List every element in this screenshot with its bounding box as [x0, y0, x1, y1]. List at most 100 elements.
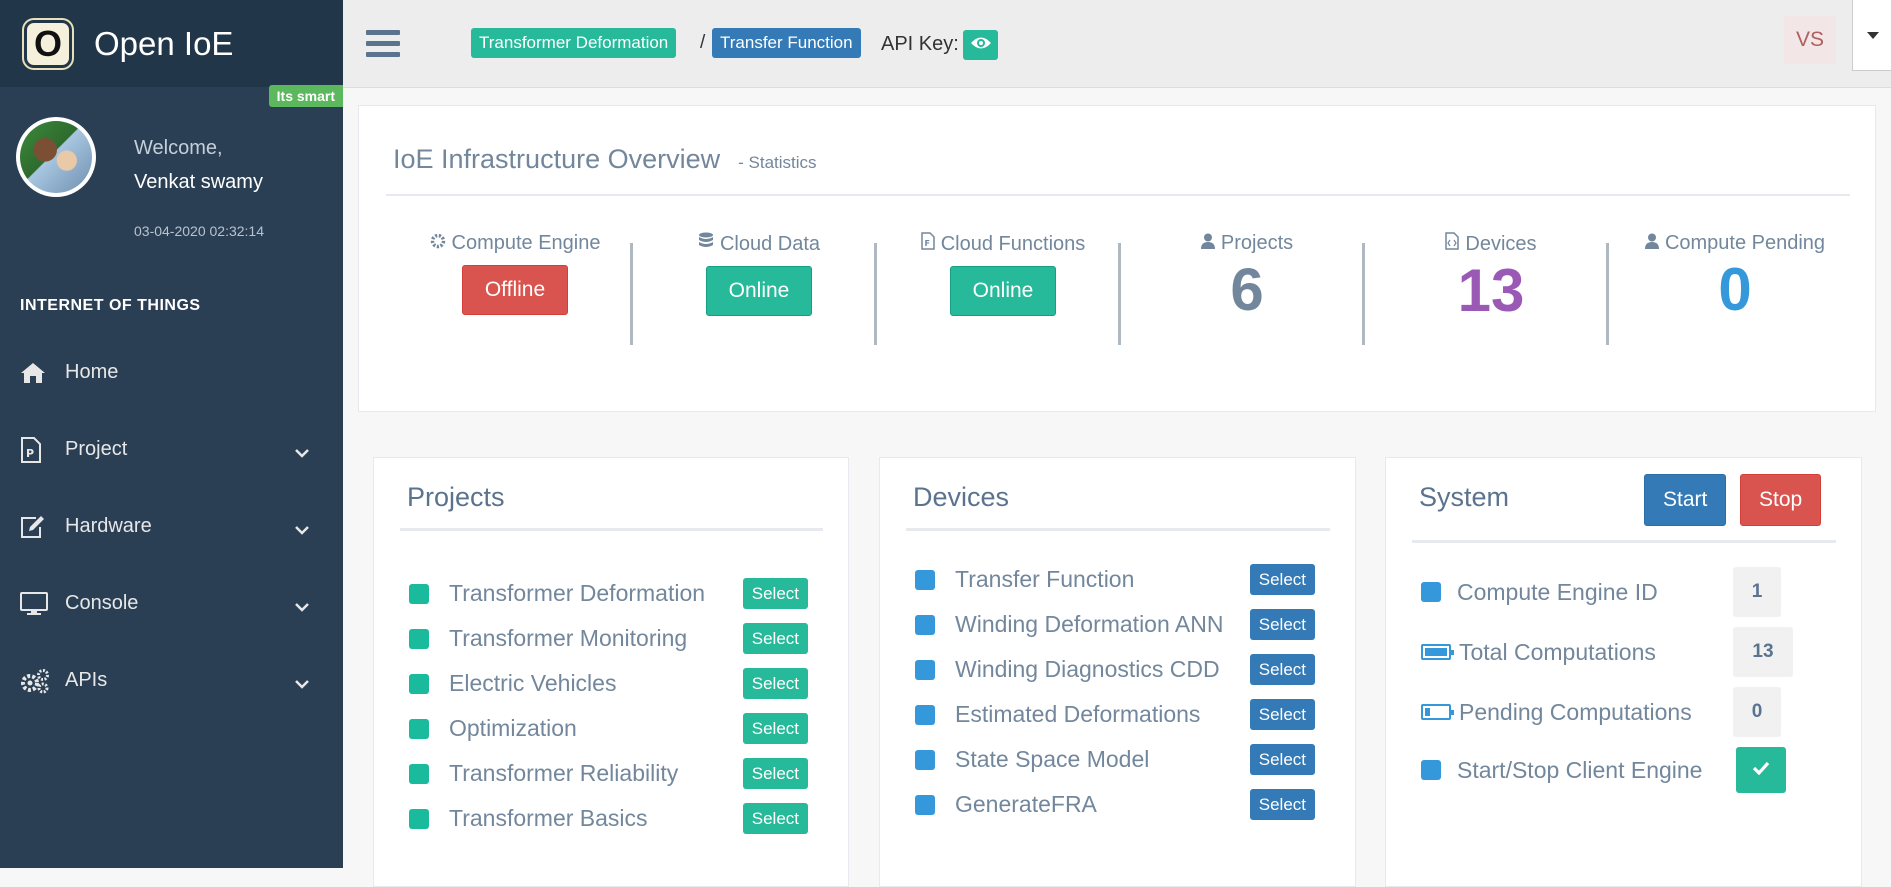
square-icon [1421, 582, 1441, 602]
devices-card: Devices Transfer Function Select Winding… [879, 457, 1356, 887]
sidebar-item-project[interactable]: P Project [0, 411, 343, 488]
user-icon [1644, 232, 1659, 255]
file-code-icon [1445, 232, 1460, 256]
start-button[interactable]: Start [1644, 474, 1727, 526]
list-item: State Space Model Select [915, 737, 1315, 782]
system-card: System Start Stop Compute Engine ID 1 To… [1385, 457, 1862, 887]
show-api-key-button[interactable] [963, 30, 998, 60]
system-row-compute-engine-id: Compute Engine ID 1 [1421, 567, 1831, 617]
compute-engine-status-button[interactable]: Offline [461, 265, 569, 315]
username: Venkat swamy [134, 171, 263, 193]
separator [1118, 243, 1121, 345]
square-icon [409, 808, 429, 829]
square-icon [915, 659, 935, 680]
brand[interactable]: O Open IoE Its smart [0, 0, 343, 107]
user-icon [1200, 232, 1215, 255]
monitor-icon [20, 590, 50, 618]
cloud-functions-status-button[interactable]: Online [949, 266, 1057, 316]
square-icon [915, 794, 935, 815]
stat-label: Devices [1465, 232, 1537, 255]
database-icon [698, 232, 714, 256]
stat-label: Compute Engine [451, 232, 601, 254]
chevron-down-icon [295, 441, 309, 464]
list-item: Transfer Function Select [915, 557, 1315, 602]
device-name: State Space Model [955, 746, 1150, 772]
separator [1606, 243, 1609, 345]
list-item: Estimated Deformations Select [915, 692, 1315, 737]
stat-devices: Devices 13 [1369, 232, 1613, 322]
square-icon [915, 614, 935, 635]
project-name: Electric Vehicles [449, 670, 617, 696]
select-device-button[interactable]: Select [1249, 609, 1315, 640]
overview-subtitle: - Statistics [738, 153, 817, 172]
battery-full-icon [1421, 644, 1454, 660]
sidebar-item-console[interactable]: Console [0, 565, 343, 642]
file-code-icon: F [920, 232, 935, 256]
select-project-button[interactable]: Select [742, 803, 808, 834]
square-icon [409, 763, 429, 784]
select-project-button[interactable]: Select [742, 758, 808, 789]
device-name: Estimated Deformations [955, 701, 1201, 727]
breadcrumb-project[interactable]: Transformer Deformation [471, 28, 677, 58]
caret-down-icon [1866, 26, 1879, 44]
sidebar-item-label: Home [65, 361, 119, 383]
device-name: Winding Deformation ANN [955, 611, 1224, 637]
list-item: GenerateFRA Select [915, 782, 1315, 827]
select-project-button[interactable]: Select [742, 668, 808, 699]
select-device-button[interactable]: Select [1249, 699, 1315, 730]
brand-logo: O [24, 19, 72, 68]
svg-text:P: P [26, 447, 34, 460]
total-computations-value: 13 [1733, 627, 1793, 677]
sidebar-item-apis[interactable]: APIs [0, 642, 343, 719]
user-avatar[interactable]: VS [1784, 16, 1836, 64]
square-icon [409, 583, 429, 604]
welcome-text: Welcome, [134, 137, 223, 159]
device-name: Winding Diagnostics CDD [955, 656, 1220, 682]
system-row-start-stop-client: Start/Stop Client Engine [1421, 745, 1831, 795]
chevron-down-icon [295, 672, 309, 695]
sidebar: O Open IoE Its smart Welcome, Venkat swa… [0, 0, 343, 868]
sidebar-item-label: APIs [65, 669, 108, 691]
device-name: Transfer Function [955, 566, 1135, 592]
smart-badge: Its smart [268, 85, 343, 107]
sidebar-item-label: Console [65, 592, 139, 614]
projects-count: 6 [1230, 256, 1264, 323]
sidebar-item-hardware[interactable]: Hardware [0, 488, 343, 565]
list-item: Winding Diagnostics CDD Select [915, 647, 1315, 692]
list-item: Winding Deformation ANN Select [915, 602, 1315, 647]
stop-button[interactable]: Stop [1740, 474, 1822, 526]
separator [630, 243, 633, 345]
sidebar-menu: Home P Project Hardware Console APIs [0, 334, 343, 719]
avatar[interactable] [16, 117, 96, 197]
select-device-button[interactable]: Select [1249, 744, 1315, 775]
chevron-down-icon [295, 595, 309, 618]
select-device-button[interactable]: Select [1249, 654, 1315, 685]
list-item: Electric Vehicles Select [409, 661, 808, 706]
square-icon [409, 718, 429, 739]
card-title: Projects [407, 482, 505, 512]
user-dropdown-button[interactable] [1852, 0, 1891, 71]
select-project-button[interactable]: Select [742, 623, 808, 654]
select-device-button[interactable]: Select [1249, 564, 1315, 595]
battery-low-icon [1421, 704, 1454, 720]
stat-cloud-data: Cloud Data Online [637, 232, 881, 316]
top-nav: Transformer Deformation / Transfer Funct… [343, 0, 1891, 88]
avatar-image [20, 121, 92, 193]
sidebar-item-home[interactable]: Home [0, 334, 343, 411]
select-device-button[interactable]: Select [1249, 789, 1315, 820]
stat-cloud-functions: F Cloud Functions Online [881, 232, 1125, 316]
client-engine-toggle-button[interactable] [1736, 747, 1786, 793]
divider [400, 528, 823, 531]
svg-text:F: F [924, 239, 929, 248]
section-title: INTERNET OF THINGS [20, 297, 201, 314]
square-icon [1421, 760, 1441, 780]
select-project-button[interactable]: Select [742, 578, 808, 609]
project-name: Transformer Basics [449, 805, 648, 831]
cloud-data-status-button[interactable]: Online [705, 266, 813, 316]
select-project-button[interactable]: Select [742, 713, 808, 744]
divider [906, 528, 1330, 531]
menu-toggle-icon[interactable] [366, 30, 400, 63]
breadcrumb-device[interactable]: Transfer Function [712, 28, 861, 58]
compute-engine-id-value: 1 [1733, 567, 1781, 617]
separator [1362, 243, 1365, 345]
